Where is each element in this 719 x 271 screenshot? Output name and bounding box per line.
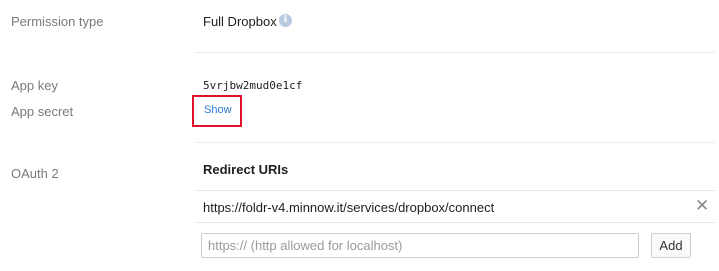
remove-uri-icon[interactable]: ✕ bbox=[695, 197, 709, 215]
permission-type-label: Permission type bbox=[11, 14, 104, 29]
app-settings-panel: Permission type Full Dropbox i App key 5… bbox=[0, 0, 719, 271]
permission-type-value: Full Dropbox bbox=[203, 14, 277, 29]
app-key-label: App key bbox=[11, 78, 58, 93]
redirect-uri-row: https://foldr-v4.minnow.it/services/drop… bbox=[195, 190, 715, 223]
redirect-uri-text: https://foldr-v4.minnow.it/services/drop… bbox=[203, 200, 495, 215]
app-secret-label: App secret bbox=[11, 104, 74, 119]
redirect-uris-heading: Redirect URIs bbox=[203, 162, 289, 177]
show-secret-link[interactable]: Show bbox=[204, 104, 232, 116]
add-uri-button[interactable]: Add bbox=[651, 233, 691, 258]
redirect-uri-input[interactable] bbox=[201, 233, 639, 258]
oauth2-label: OAuth 2 bbox=[11, 166, 59, 181]
divider bbox=[195, 142, 715, 143]
app-key-value: 5vrjbw2mud0e1cf bbox=[203, 79, 303, 92]
divider bbox=[195, 52, 715, 53]
info-icon[interactable]: i bbox=[279, 14, 292, 27]
